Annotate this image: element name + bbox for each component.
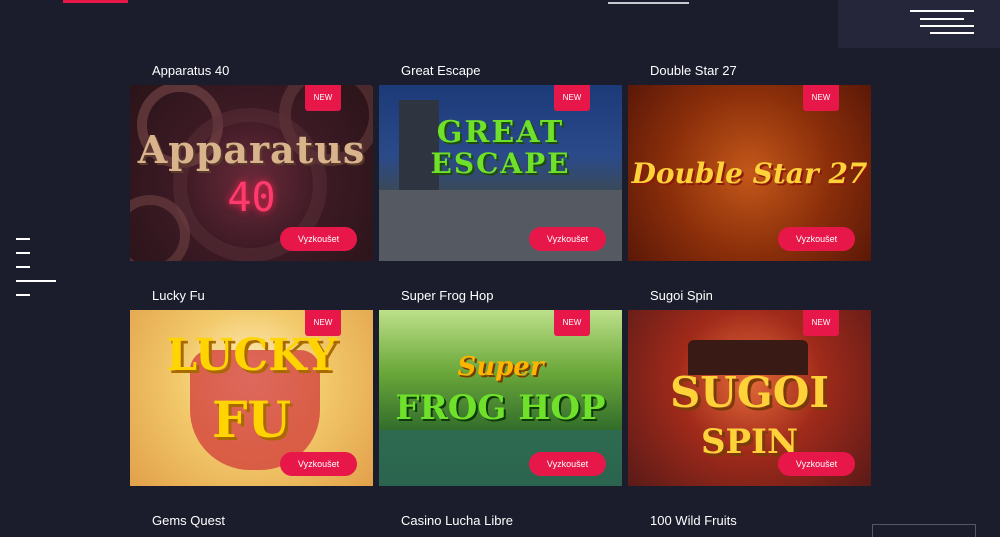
- scroll-widget[interactable]: [872, 524, 976, 537]
- game-thumbnail[interactable]: Super FROG HOP NEW Vyzkoušet: [379, 310, 622, 486]
- try-button[interactable]: Vyzkoušet: [529, 227, 606, 251]
- game-thumbnail[interactable]: Apparatus 40 NEW Vyzkoušet: [130, 85, 373, 261]
- game-card: Great Escape GREAT ESCAPE NEW Vyzkoušet: [379, 63, 622, 269]
- active-nav-indicator: [63, 0, 128, 3]
- game-card: Gems Quest: [130, 513, 373, 535]
- game-title: Gems Quest: [152, 513, 225, 528]
- game-card: Casino Lucha Libre: [379, 513, 622, 535]
- game-logo: SUGOI: [669, 368, 830, 417]
- game-card: Lucky Fu LUCKY FU NEW Vyzkoušet: [130, 288, 373, 494]
- game-card: 100 Wild Fruits: [628, 513, 871, 535]
- new-badge: NEW: [305, 85, 341, 111]
- try-button[interactable]: Vyzkoušet: [280, 227, 357, 251]
- side-nav-menu-icon[interactable]: [16, 238, 58, 298]
- game-logo: Double Star 27: [631, 157, 868, 190]
- game-logo: Apparatus: [137, 127, 366, 172]
- game-title: Apparatus 40: [152, 63, 230, 78]
- game-title: Great Escape: [401, 63, 481, 78]
- game-card: Super Frog Hop Super FROG HOP NEW Vyzkou…: [379, 288, 622, 494]
- new-badge: NEW: [305, 310, 341, 336]
- game-logo-sub: 40: [227, 175, 276, 221]
- new-badge: NEW: [554, 85, 590, 111]
- new-badge: NEW: [803, 85, 839, 111]
- try-button[interactable]: Vyzkoušet: [529, 452, 606, 476]
- game-logo: GREAT: [436, 115, 565, 150]
- game-thumbnail[interactable]: Double Star 27 NEW Vyzkoušet: [628, 85, 871, 261]
- menu-button[interactable]: [838, 0, 1000, 48]
- game-title: Lucky Fu: [152, 288, 205, 303]
- game-logo: Super: [457, 352, 544, 382]
- new-badge: NEW: [554, 310, 590, 336]
- nav-underline: [608, 2, 689, 4]
- game-card: Sugoi Spin SUGOI SPIN NEW Vyzkoušet: [628, 288, 871, 494]
- game-card: Apparatus 40 Apparatus 40 NEW Vyzkoušet: [130, 63, 373, 269]
- try-button[interactable]: Vyzkoušet: [280, 452, 357, 476]
- game-logo-sub: FU: [211, 390, 292, 449]
- game-title: Double Star 27: [650, 63, 737, 78]
- hamburger-menu-icon: [910, 10, 974, 36]
- game-title: Sugoi Spin: [650, 288, 713, 303]
- game-title: 100 Wild Fruits: [650, 513, 737, 528]
- game-title: Casino Lucha Libre: [401, 513, 514, 528]
- top-bar: [0, 0, 838, 48]
- game-logo-sub: ESCAPE: [430, 147, 571, 180]
- game-thumbnail[interactable]: LUCKY FU NEW Vyzkoušet: [130, 310, 373, 486]
- try-button[interactable]: Vyzkoušet: [778, 452, 855, 476]
- new-badge: NEW: [803, 310, 839, 336]
- game-card: Double Star 27 Double Star 27 NEW Vyzkou…: [628, 63, 871, 269]
- game-logo: LUCKY: [166, 330, 337, 381]
- game-thumbnail[interactable]: SUGOI SPIN NEW Vyzkoušet: [628, 310, 871, 486]
- game-title: Super Frog Hop: [401, 288, 494, 303]
- game-thumbnail[interactable]: GREAT ESCAPE NEW Vyzkoušet: [379, 85, 622, 261]
- try-button[interactable]: Vyzkoušet: [778, 227, 855, 251]
- game-logo-sub: FROG HOP: [395, 388, 606, 428]
